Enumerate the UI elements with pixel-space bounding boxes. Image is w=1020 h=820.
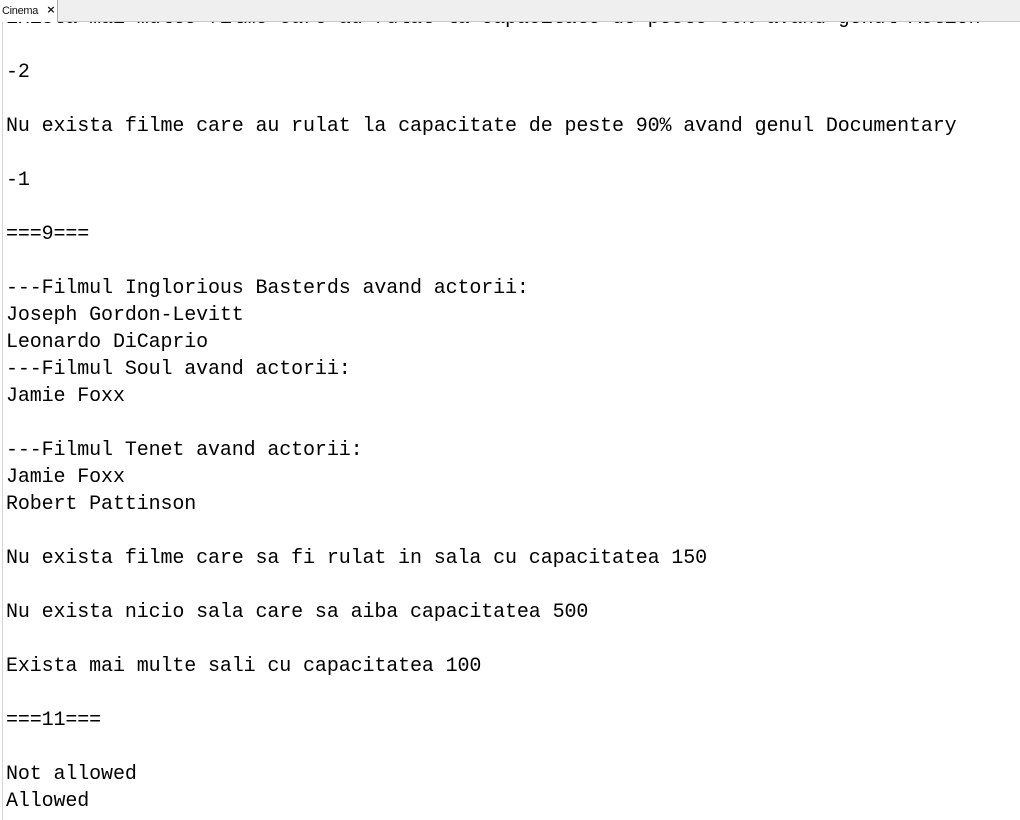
output-line: Nu exista nicio sala care sa aiba capaci…: [6, 601, 589, 624]
close-icon[interactable]: ×: [45, 3, 57, 17]
output-line: ---Filmul Tenet avand actorii:: [6, 439, 363, 462]
output-line: Nu exista filme care sa fi rulat in sala…: [6, 547, 708, 570]
output-line: [6, 194, 980, 221]
tab-cinema[interactable]: Cinema ×: [0, 0, 58, 22]
output-line: [6, 680, 980, 707]
output-line: Exista mai multe sali cu capacitatea 100: [6, 655, 482, 678]
output-line: -2: [6, 61, 30, 84]
output-line: [6, 140, 980, 167]
output-line: [6, 626, 980, 653]
output-line: -1: [6, 169, 30, 192]
output-lines: Exista mai multe filme care au rulat la …: [6, 22, 980, 815]
output-line: Exista mai multe filme care au rulat la …: [6, 22, 980, 32]
output-line: Leonardo DiCaprio: [6, 331, 208, 354]
output-line: [6, 32, 980, 59]
output-line: [6, 248, 980, 275]
output-line: Robert Pattinson: [6, 493, 197, 516]
output-line: [6, 734, 980, 761]
tab-label: Cinema: [2, 5, 39, 17]
output-line: Not allowed: [6, 763, 137, 786]
console-output[interactable]: Exista mai multe filme care au rulat la …: [6, 22, 1016, 820]
output-line: Nu exista filme care au rulat la capacit…: [6, 115, 957, 138]
output-line: [6, 518, 980, 545]
output-line: Jamie Foxx: [6, 466, 125, 489]
output-line: ---Filmul Inglorious Basterds avand acto…: [6, 277, 529, 300]
output-line: [6, 572, 980, 599]
gutter-divider: [2, 22, 3, 820]
output-line: Jamie Foxx: [6, 385, 125, 408]
output-line: Joseph Gordon-Levitt: [6, 304, 244, 327]
output-line: [6, 410, 980, 437]
output-line: ===11===: [6, 709, 102, 732]
output-line: ---Filmul Soul avand actorii:: [6, 358, 351, 381]
output-line: Allowed: [6, 790, 90, 813]
output-line: ===9===: [6, 223, 90, 246]
tab-bar: Cinema ×: [0, 0, 1020, 22]
output-line: [6, 86, 980, 113]
output-window: Cinema × Exista mai multe filme care au …: [0, 0, 1020, 820]
